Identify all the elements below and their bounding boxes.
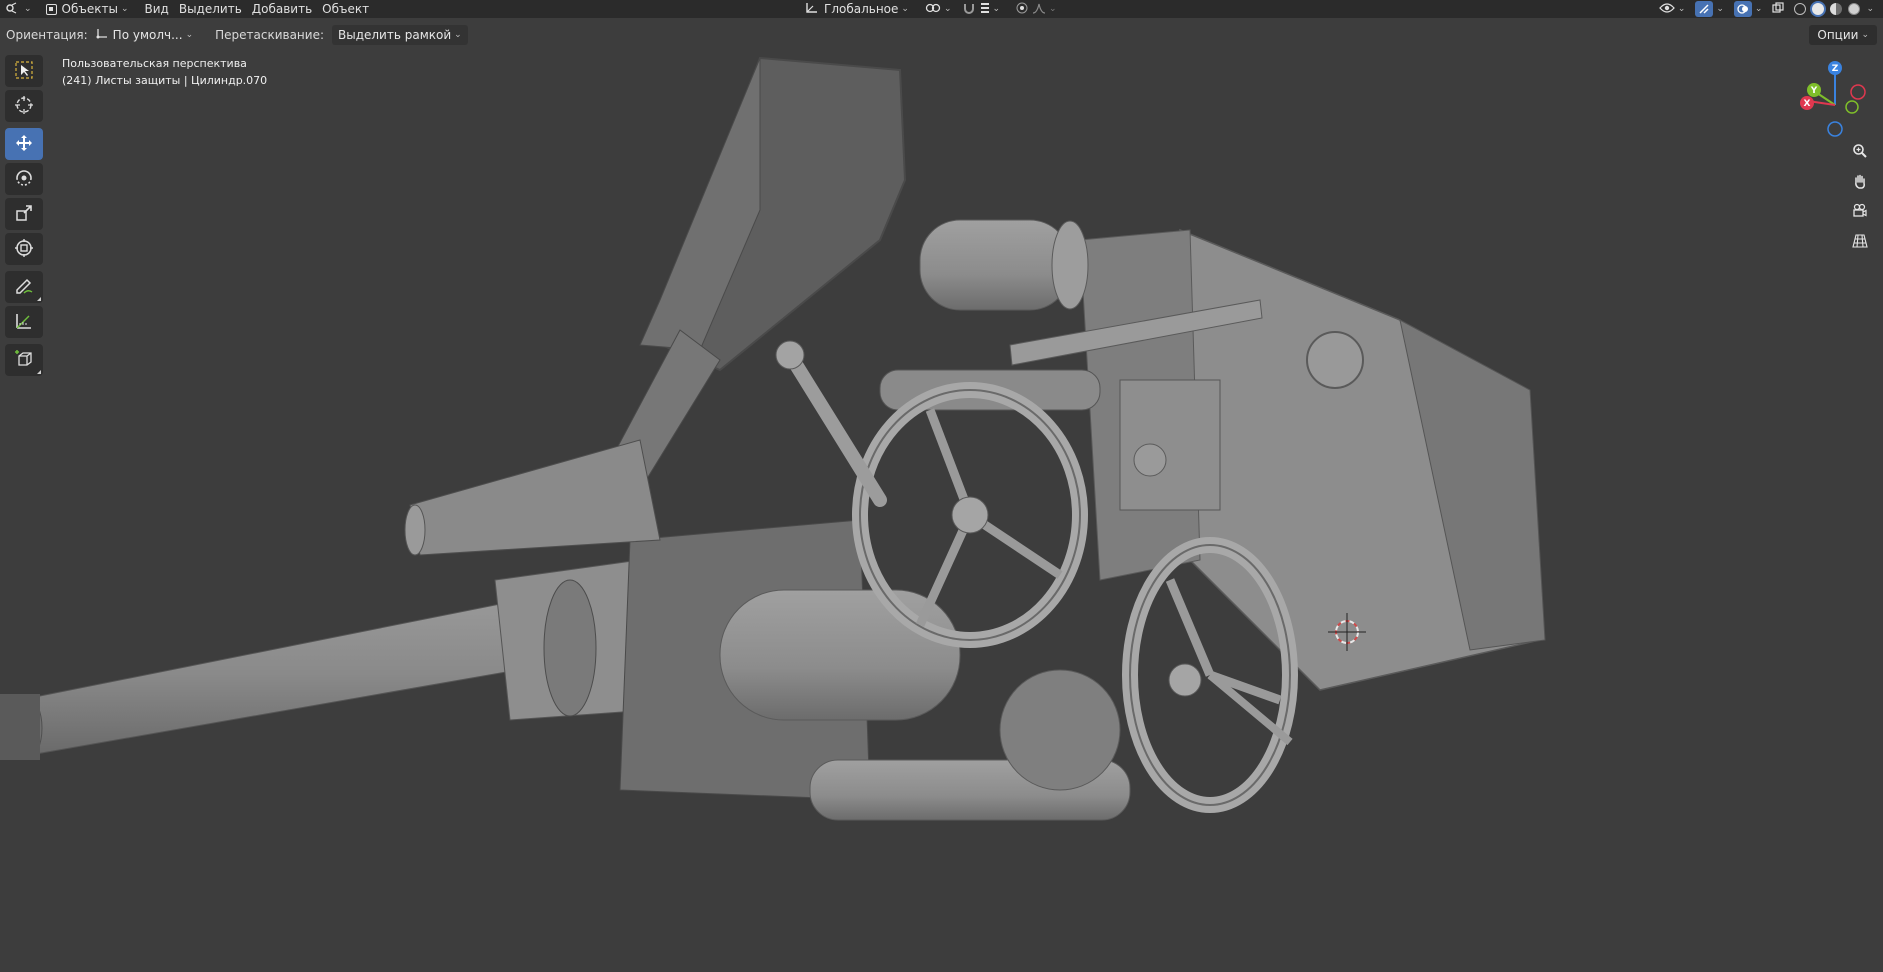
gizmo-y-label: Y [1810,86,1818,96]
drag-value: Выделить рамкой [338,28,452,42]
drag-dropdown[interactable]: Выделить рамкой ⌄ [332,25,468,45]
transform-orientation-dropdown[interactable]: Глобальное ⌄ [800,0,914,18]
camera-icon [1852,203,1868,222]
grid-perspective-icon [1852,233,1868,252]
gizmo-x-label: X [1804,99,1811,109]
solid-shading-icon[interactable] [1812,3,1825,15]
magnet-icon [962,2,976,17]
add-cube-tool[interactable] [5,344,43,376]
hand-icon [1852,173,1868,192]
recoil-cylinder [404,439,661,556]
snap-increment-icon [980,2,990,17]
menu-add[interactable]: Добавить [247,0,317,18]
zoom-button[interactable] [1848,140,1872,164]
rotate-icon [14,168,34,191]
tool-settings-bar: Ориентация: По умолч... ⌄ Перетаскивание… [0,24,1883,46]
pan-button[interactable] [1848,170,1872,194]
wireframe-shading-icon[interactable] [1794,3,1807,15]
menu-view[interactable]: Вид [140,0,174,18]
menu-select[interactable]: Выделить [174,0,247,18]
chevron-down-icon: ⌄ [1049,4,1057,14]
orientation-label: Ориентация: [6,28,88,42]
rendered-shading-icon[interactable] [1848,3,1861,15]
cursor-tool[interactable] [5,90,43,122]
move-icon [14,133,34,156]
visibility-dropdown[interactable]: ⌄ [1654,0,1691,18]
material-preview-icon[interactable] [1830,3,1843,15]
viewport-scene[interactable] [0,46,1883,972]
transform-icon [14,238,34,261]
header-center-controls: Глобальное ⌄ ⌄ ⌄ ⌄ [800,0,1062,18]
chevron-down-icon[interactable]: ⌄ [1866,4,1874,14]
select-box-tool[interactable] [5,55,43,87]
navigation-gizmo[interactable]: Z Y X [1790,60,1880,140]
scale-icon [14,203,34,226]
gun-barrel [0,559,651,760]
chevron-down-icon: ⌄ [120,4,129,14]
add-cube-icon [14,349,34,372]
header-right-controls: ⌄ ⌄ ⌄ ⌄ [1654,0,1883,18]
options-label: Опции [1817,28,1859,42]
mode-dropdown[interactable]: Объекты ⌄ [41,0,134,18]
proportional-editing-toggle[interactable]: ⌄ [1011,0,1062,18]
gizmo-icon [1695,1,1714,17]
chevron-down-icon: ⌄ [943,4,952,14]
chevron-down-icon: ⌄ [185,30,194,40]
toolbar-left [5,55,45,379]
annotate-icon [14,276,34,299]
chevron-down-icon: ⌄ [454,30,462,40]
menu-object[interactable]: Объект [317,0,374,18]
orientation-axes-icon [96,28,108,43]
orientation-label: Глобальное [824,2,899,16]
transform-tool[interactable] [5,233,43,265]
mode-label: Объекты [61,2,118,16]
eye-icon [1658,2,1675,17]
orientation-axes-icon [805,2,819,17]
perspective-toggle-button[interactable] [1848,230,1872,254]
chevron-down-icon: ⌄ [992,4,1001,14]
elevation-handwheel [852,382,1088,648]
overlays-icon [1733,1,1752,17]
proportional-editing-icon [1016,2,1028,17]
measure-icon [14,311,34,334]
view-name: Пользовательская перспектива [62,57,247,70]
chevron-down-icon: ⌄ [1861,30,1869,40]
gizmo-z-label: Z [1832,64,1839,74]
rotate-tool[interactable] [5,163,43,195]
orientation-value: По умолч... [112,28,183,42]
orientation-dropdown[interactable]: По умолч... ⌄ [90,25,199,45]
object-info: (241) Листы защиты | Цилиндр.070 [62,74,268,87]
xray-icon [1772,1,1785,17]
drag-label: Перетаскивание: [215,28,324,42]
chevron-down-icon: ⌄ [1677,4,1686,14]
chevron-down-icon: ⌄ [1754,4,1763,14]
object-mode-icon [45,3,57,15]
pivot-point-dropdown[interactable]: ⌄ [920,0,957,18]
scale-tool[interactable] [5,198,43,230]
handle-rod [775,340,887,507]
traverse-handwheel [1122,537,1298,813]
3d-viewport-icon [5,1,21,17]
xray-toggle[interactable] [1767,0,1789,18]
annotate-tool[interactable] [5,271,43,303]
move-tool[interactable] [5,128,43,160]
zoom-icon [1852,143,1868,162]
link-icon [925,2,941,17]
snap-toggle[interactable]: ⌄ [957,0,1006,18]
options-dropdown[interactable]: Опции ⌄ [1809,25,1877,45]
measure-tool[interactable] [5,306,43,338]
editor-type-dropdown[interactable]: ⌄ [0,0,37,18]
gun-carriage [1079,228,1546,691]
select-box-icon [14,60,34,83]
overlays-toggle[interactable]: ⌄ [1729,0,1768,18]
gizmo-toggle[interactable]: ⌄ [1690,0,1729,18]
falloff-curve-icon [1032,2,1046,17]
chevron-down-icon: ⌄ [24,4,32,14]
chevron-down-icon: ⌄ [1716,4,1724,14]
shading-modes: ⌄ [1789,0,1879,18]
viewport-header: ⌄ Объекты ⌄ Вид Выделить Добавить Объект… [0,0,1883,18]
chevron-down-icon: ⌄ [901,4,909,14]
cursor-icon [14,95,34,118]
camera-view-button[interactable] [1848,200,1872,224]
